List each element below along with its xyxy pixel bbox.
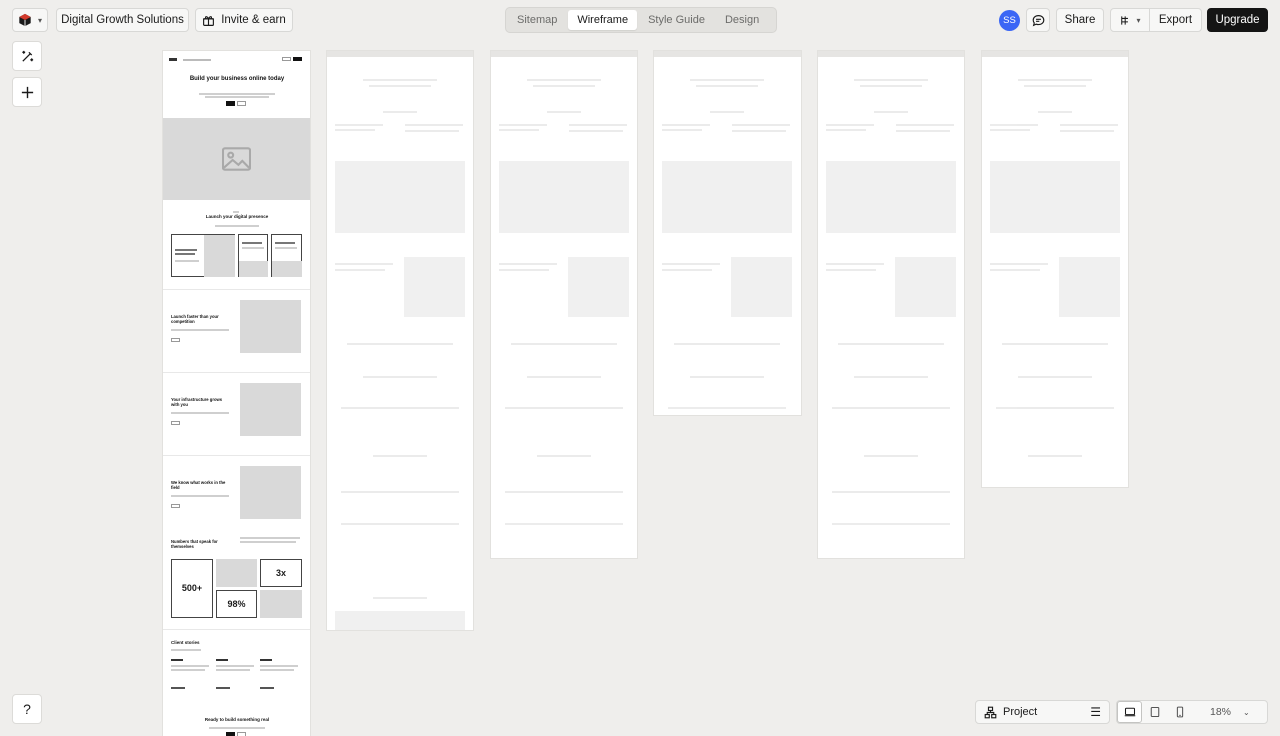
project-label: Project [1003,706,1038,718]
app-logo-icon [19,13,31,27]
services-subtitle [215,225,259,227]
nav-links [183,59,211,61]
invite-label: Invite & earn [221,14,286,26]
view-tabs: Sitemap Wireframe Style Guide Design [505,7,777,33]
hero-text [199,93,275,95]
feature-title: Launch faster than your competition [171,314,219,324]
zoom-control[interactable]: 18% ⌄ [1210,706,1250,718]
numbers-title: Numbers that speak for themselves [171,539,218,549]
frame-header [982,51,1128,57]
wireframe-page[interactable] [818,51,964,558]
workspace-label: Digital Growth Solutions [61,14,184,26]
view-mode-button[interactable]: ▾ [1110,8,1150,32]
feature-title: We know what works in the field [171,480,226,490]
feature-image [240,300,301,353]
hero-image [163,118,310,200]
wireframe-page[interactable] [982,51,1128,487]
desktop-view-button[interactable] [1117,701,1142,723]
nav-primary-button [293,57,302,61]
service-card [238,234,268,277]
tab-sitemap[interactable]: Sitemap [508,10,566,30]
stat-value: 500+ [181,583,203,593]
desktop-icon [1124,707,1135,717]
export-button[interactable]: Export [1149,8,1202,32]
hero-text [205,96,269,98]
image-icon [222,147,251,171]
project-panel-button[interactable]: Project ☰ [975,700,1110,724]
frame-header [818,51,964,57]
stat-card: 98% [216,590,257,618]
help-button[interactable]: ? [12,694,42,724]
comments-button[interactable] [1026,8,1050,32]
chevron-down-icon: ▾ [1136,15,1141,25]
nav-logo [169,58,177,61]
stories-title: Client stories [171,640,200,645]
gift-icon [203,15,215,26]
workspace-button[interactable]: Digital Growth Solutions [56,8,189,32]
chevron-down-icon: ▾ [37,15,42,25]
frame-header [654,51,801,57]
share-button[interactable]: Share [1056,8,1104,32]
feature-title: Your infrastructure grows with you [171,397,223,407]
wireframe-page[interactable] [327,51,473,630]
nav-secondary-button [282,57,291,61]
layout-icon [1121,15,1129,25]
hero-secondary-button [237,101,246,106]
export-label: Export [1158,14,1193,26]
stat-card: 500+ [171,559,213,618]
wireframe-page[interactable] [491,51,637,558]
zoom-level: 18% [1210,706,1232,718]
tablet-view-button[interactable] [1142,701,1167,723]
top-bar: ▾ Digital Growth Solutions Invite & earn… [0,0,1280,40]
stat-card: 3x [260,559,302,587]
hero-title: Build your business online today [189,76,285,82]
wireframe-page[interactable] [654,51,801,415]
device-toggle: 18% ⌄ [1116,700,1268,724]
section-eyebrow [233,211,239,213]
comment-icon [1032,14,1044,26]
service-card-large [171,234,235,277]
add-page-tool[interactable] [12,77,42,107]
ai-edit-tool[interactable] [12,41,42,71]
cta-title: Ready to build something real [204,717,270,722]
chevron-down-icon: ⌄ [1243,707,1250,717]
feature-image [240,466,301,519]
tablet-icon [1150,706,1159,718]
menu-icon: ☰ [1090,705,1101,719]
stat-value: 3x [275,568,286,578]
upgrade-button[interactable]: Upgrade [1207,8,1268,32]
tab-style-guide[interactable]: Style Guide [639,10,714,30]
plus-icon [21,86,33,98]
help-icon: ? [23,701,31,717]
mobile-icon [1176,706,1183,718]
magic-wand-icon [21,50,33,62]
wireframe-page-home[interactable]: Build your business online today Launch … [163,51,310,736]
frame-header [491,51,637,57]
services-title: Launch your digital presence [205,214,269,219]
upgrade-label: Upgrade [1215,14,1260,26]
tab-design[interactable]: Design [716,10,768,30]
share-label: Share [1064,14,1096,26]
invite-button[interactable]: Invite & earn [195,8,293,32]
sitemap-icon [984,706,997,718]
frame-header [327,51,473,57]
tab-wireframe[interactable]: Wireframe [568,10,638,30]
page-nav [163,51,310,69]
feature-image [240,383,301,436]
stat-value: 98% [227,599,246,609]
mobile-view-button[interactable] [1167,701,1192,723]
app-menu-button[interactable]: ▾ [12,8,48,32]
service-card [271,234,302,277]
hero-cta-button [226,101,235,106]
avatar[interactable]: SS [999,10,1020,31]
